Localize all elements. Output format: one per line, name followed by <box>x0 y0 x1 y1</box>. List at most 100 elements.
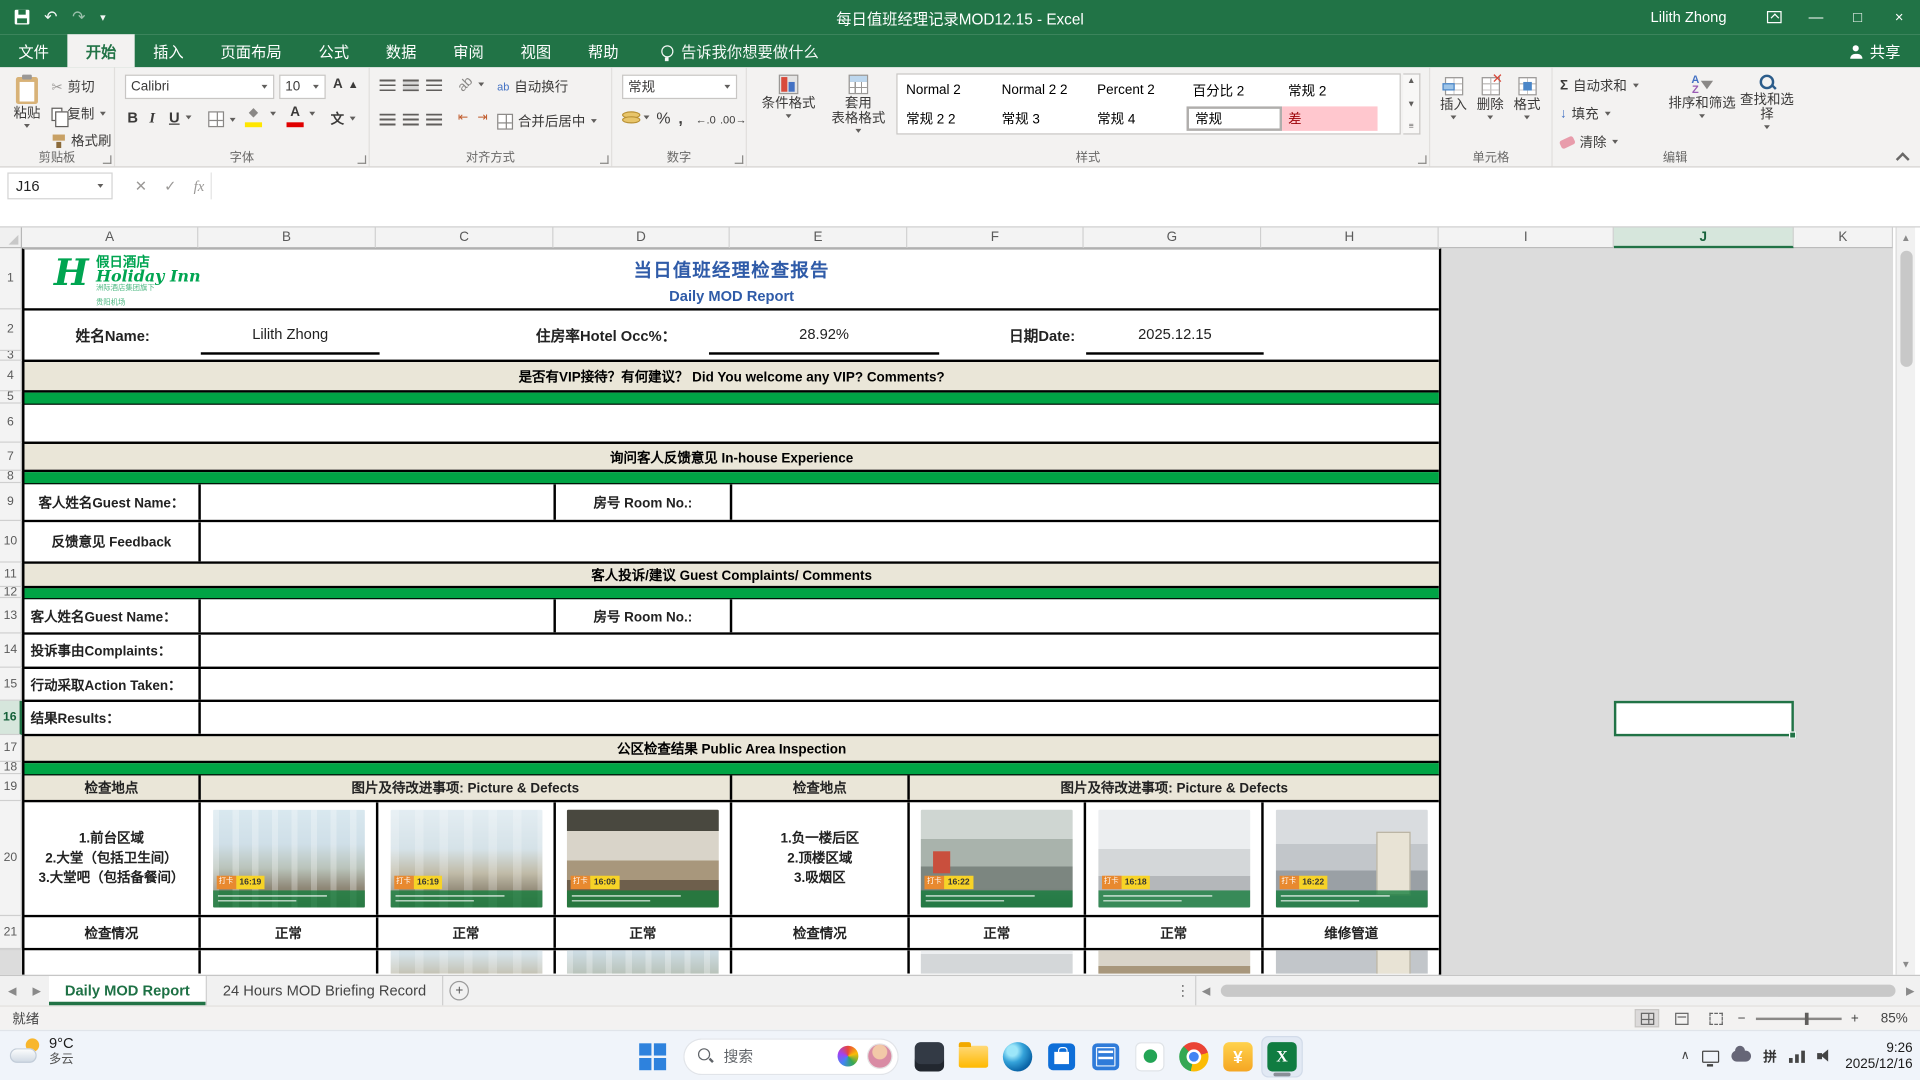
style-chip[interactable]: 常规 3 <box>996 106 1092 130</box>
date-value[interactable]: 2025.12.15 <box>1086 316 1264 355</box>
conditional-formatting-button[interactable]: 条件格式 <box>757 75 821 119</box>
row-header[interactable]: 17 <box>0 735 22 762</box>
zoom-in-button[interactable]: + <box>1851 1011 1859 1026</box>
column-header[interactable]: B <box>198 227 376 248</box>
collapse-ribbon-icon[interactable] <box>1896 152 1910 166</box>
status-cell[interactable]: 正常 <box>556 917 732 948</box>
network-icon[interactable] <box>1789 1050 1805 1062</box>
taskbar-excel[interactable]: X <box>1261 1035 1303 1077</box>
new-sheet-button[interactable]: + <box>443 976 475 1005</box>
status-cell[interactable]: 检查情况 <box>732 917 910 948</box>
style-chip[interactable]: Normal 2 <box>900 78 996 102</box>
insert-function-icon[interactable]: fx <box>194 177 205 195</box>
align-top-icon[interactable] <box>380 80 396 92</box>
normal-view-button[interactable] <box>1635 1009 1659 1027</box>
report-header-row[interactable]: H 假日酒店 Holiday Inn 洲际酒店集团旗下 贵阳机场 GUIYANG… <box>24 250 1438 311</box>
ribbon-display-options-icon[interactable] <box>1753 0 1795 34</box>
section-inhouse[interactable]: 询问客人反馈意见 In-house Experience <box>24 444 1438 472</box>
vip-answer-cell[interactable] <box>24 405 1438 444</box>
inspection-photo[interactable]: 打卡16:19 <box>390 810 542 908</box>
underline-button[interactable]: U <box>169 109 192 126</box>
accounting-format-button[interactable] <box>622 111 650 123</box>
number-format-select[interactable]: 常规 <box>622 75 737 99</box>
volume-icon[interactable] <box>1817 1049 1833 1062</box>
sheet-nav-left-icon[interactable]: ◀ <box>0 976 24 1005</box>
taskbar-finance-app[interactable]: ¥ <box>1217 1035 1259 1077</box>
fill-color-button[interactable]: ◆ <box>245 106 262 127</box>
tab-view[interactable]: 视图 <box>502 34 569 67</box>
inspection-photo[interactable]: 打卡16:19 <box>212 810 364 908</box>
hidden-icons-chevron[interactable]: ∧ <box>1681 1049 1690 1062</box>
row-header[interactable]: 5 <box>0 391 22 403</box>
restore-button[interactable]: □ <box>1837 0 1879 34</box>
decrease-indent-icon[interactable]: ⇤ <box>458 111 468 124</box>
tab-file[interactable]: 文件 <box>0 34 67 67</box>
status-cell[interactable]: 正常 <box>201 917 379 948</box>
hscroll-right-icon[interactable]: ▶ <box>1900 984 1920 997</box>
inspection-photo[interactable]: 打卡16:09 <box>567 810 719 908</box>
taskbar-edge[interactable] <box>997 1035 1039 1077</box>
row-header[interactable]: 21 <box>0 916 22 949</box>
orientation-button[interactable]: ab <box>458 77 485 92</box>
bold-button[interactable]: B <box>127 109 138 126</box>
cancel-icon[interactable]: ✕ <box>135 177 147 194</box>
row-header[interactable]: 20 <box>0 801 22 916</box>
sheet-tab-daily-mod-report[interactable]: Daily MOD Report <box>49 976 207 1005</box>
style-chip[interactable]: 百分比 2 <box>1187 78 1283 102</box>
vertical-scrollbar[interactable]: ▲ ▼ <box>1896 227 1916 974</box>
status-cell[interactable]: 检查情况 <box>24 917 200 948</box>
monitor-icon[interactable] <box>1702 1050 1719 1062</box>
section-vip[interactable]: 是否有VIP接待？有何建议？ Did You welcome any VIP? … <box>24 362 1438 393</box>
tab-formulas[interactable]: 公式 <box>300 34 367 67</box>
column-header[interactable]: A <box>22 227 198 248</box>
font-color-button[interactable]: A <box>287 106 304 127</box>
status-cell[interactable]: 正常 <box>1086 917 1264 948</box>
autosum-button[interactable]: Σ自动求和 <box>1560 76 1639 96</box>
inspection-photo[interactable]: 打卡16:22 <box>1275 810 1427 908</box>
style-chip-selected[interactable]: 常规 <box>1187 106 1283 130</box>
italic-button[interactable]: I <box>149 109 155 127</box>
clock[interactable]: 9:26 2025/12/16 <box>1845 1040 1912 1072</box>
clipboard-dialog-launcher-icon[interactable] <box>103 155 112 164</box>
font-color-dropdown[interactable] <box>309 111 316 116</box>
increase-indent-icon[interactable]: ⇥ <box>478 111 488 124</box>
delete-cells-button[interactable]: 删除 <box>1474 77 1506 120</box>
inspection-photo[interactable]: 打卡16:22 <box>921 810 1073 908</box>
taskbar-file-explorer[interactable] <box>953 1035 995 1077</box>
style-chip[interactable]: Percent 2 <box>1091 78 1187 102</box>
inspection-photo[interactable]: 打卡16:18 <box>1098 810 1250 908</box>
row-header[interactable]: 1 <box>0 248 22 309</box>
row-header[interactable]: 7 <box>0 443 22 471</box>
save-icon[interactable] <box>15 10 30 25</box>
hscroll-left-icon[interactable]: ◀ <box>1196 984 1216 997</box>
scroll-up-icon[interactable]: ▲ <box>1901 232 1911 243</box>
percent-style-button[interactable]: % <box>656 109 670 127</box>
insert-cells-button[interactable]: 插入 <box>1438 77 1470 120</box>
zoom-level[interactable]: 85% <box>1869 1011 1908 1026</box>
column-header-selected[interactable]: J <box>1614 227 1794 248</box>
column-header[interactable]: F <box>907 227 1083 248</box>
complaints-input-cell[interactable] <box>201 635 1439 667</box>
taskbar-search[interactable]: 搜索 <box>683 1038 899 1075</box>
guest-name-input-cell[interactable] <box>201 484 556 519</box>
row-header[interactable]: 15 <box>0 668 22 701</box>
name-box[interactable]: J16 <box>7 172 112 199</box>
column-header[interactable]: C <box>376 227 554 248</box>
align-right-icon[interactable] <box>426 114 442 126</box>
alignment-dialog-launcher-icon[interactable] <box>600 155 609 164</box>
font-name-select[interactable]: Calibri <box>125 75 274 99</box>
column-header[interactable]: E <box>730 227 908 248</box>
occupancy-value[interactable]: 28.92% <box>709 316 939 355</box>
merge-center-button[interactable]: 合并后居中 <box>497 111 597 131</box>
minimize-button[interactable]: — <box>1795 0 1837 34</box>
room-no-input-cell[interactable] <box>732 599 1439 632</box>
row-header[interactable] <box>0 949 22 950</box>
align-center-icon[interactable] <box>403 114 419 126</box>
tab-review[interactable]: 审阅 <box>435 34 502 67</box>
grow-font-button[interactable]: A▲ <box>333 77 359 92</box>
inspection-photo[interactable] <box>1098 950 1250 973</box>
fill-handle[interactable] <box>1789 731 1796 738</box>
account-name[interactable]: Lilith Zhong <box>1651 9 1727 26</box>
tab-help[interactable]: 帮助 <box>570 34 637 67</box>
find-select-button[interactable]: 查找和选择 <box>1736 75 1797 130</box>
